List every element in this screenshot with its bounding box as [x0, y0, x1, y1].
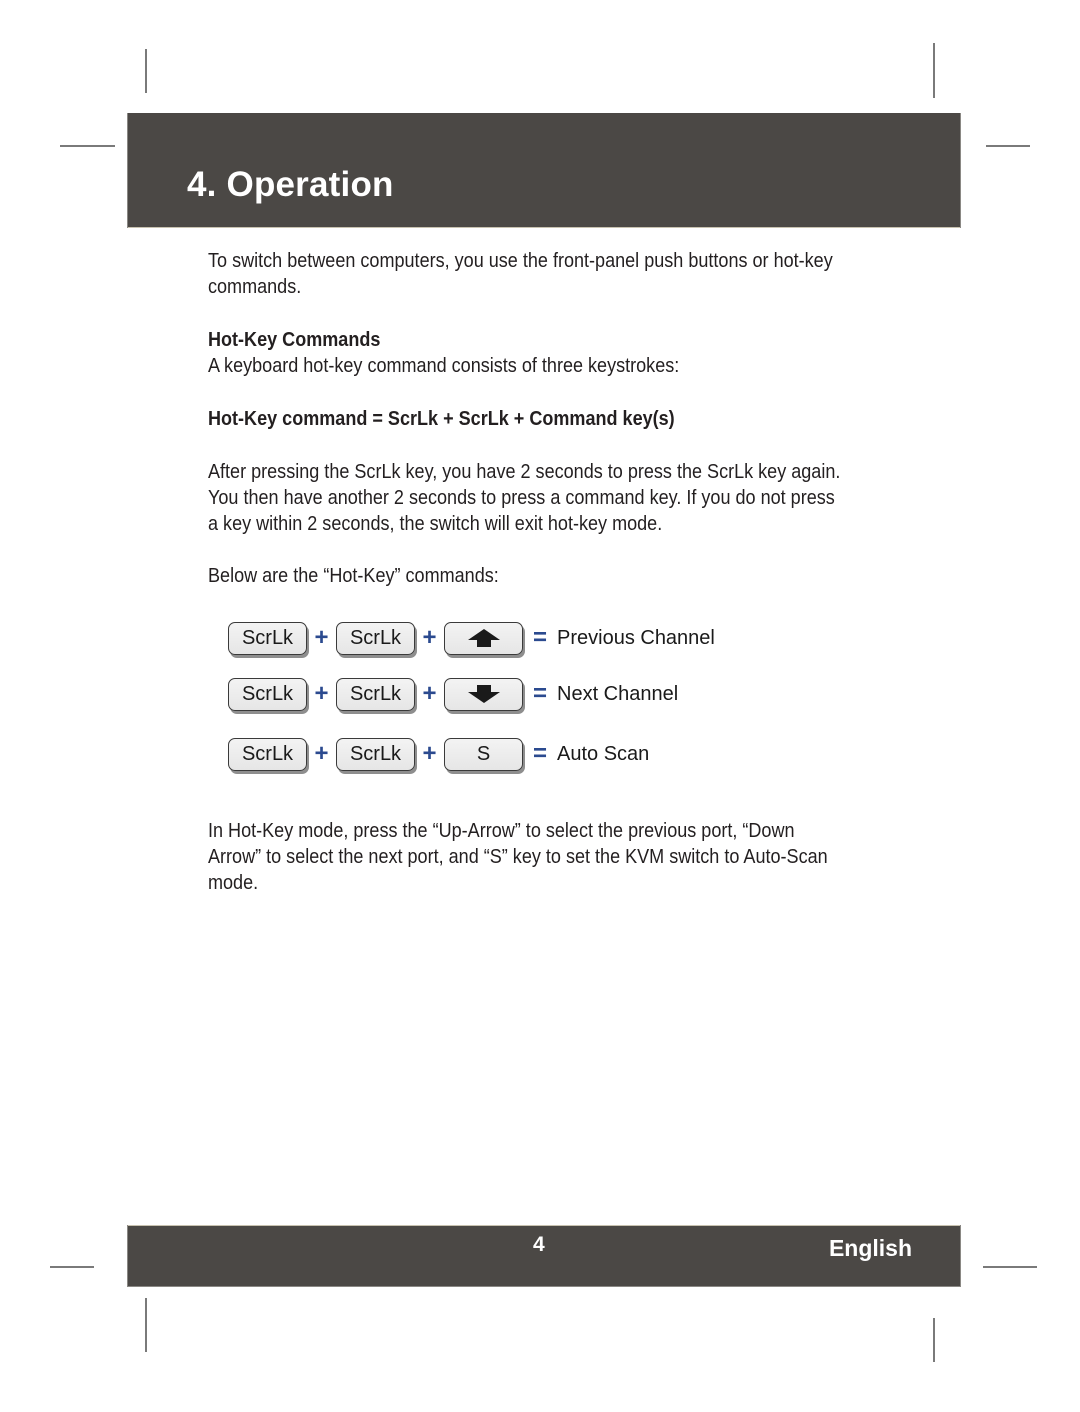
plus-sign: + — [422, 740, 437, 767]
crop-mark-bottom-left-horizontal — [50, 1266, 94, 1268]
page-footer-bar: 4 English — [127, 1225, 961, 1287]
page-number: 4 — [533, 1233, 545, 1256]
plus-sign: + — [314, 680, 329, 707]
intro-text-line-2: commands. — [208, 275, 302, 298]
equals-sign: = — [532, 624, 547, 651]
key-up-arrow — [444, 621, 523, 655]
key-down-arrow — [444, 677, 523, 711]
up-arrow-icon — [467, 629, 500, 647]
key-scrlk: ScrLk — [336, 621, 415, 655]
timing-text-line-1: After pressing the ScrLk key, you have 2… — [208, 460, 841, 483]
hotkey-action-label: Auto Scan — [557, 742, 650, 765]
plus-sign: + — [422, 680, 437, 707]
equals-sign: = — [532, 680, 547, 707]
plus-sign: + — [314, 624, 329, 651]
crop-mark-bottom-left-vertical — [145, 1298, 147, 1352]
key-scrlk: ScrLk — [228, 677, 307, 711]
hotkey-commands-heading: Hot-Key Commands — [208, 328, 381, 351]
crop-mark-bottom-right-vertical — [933, 1318, 935, 1362]
key-scrlk: ScrLk — [228, 737, 307, 771]
crop-mark-top-left-horizontal — [60, 145, 115, 147]
plus-sign: + — [422, 624, 437, 651]
crop-mark-top-right-horizontal — [986, 145, 1030, 147]
hotkey-formula: Hot-Key command = ScrLk + ScrLk + Comman… — [208, 407, 675, 430]
explanation-line-1: In Hot-Key mode, press the “Up-Arrow” to… — [208, 819, 795, 842]
language-label: English — [828, 1235, 912, 1261]
equals-sign: = — [532, 740, 547, 767]
hotkey-list-intro: Below are the “Hot-Key” commands: — [208, 564, 499, 587]
hotkey-action-label: Previous Channel — [557, 626, 715, 649]
key-scrlk: ScrLk — [336, 737, 415, 771]
key-scrlk: ScrLk — [336, 677, 415, 711]
key-scrlk: ScrLk — [228, 621, 307, 655]
section-header-bar: 4. Operation — [127, 113, 961, 228]
down-arrow-icon — [467, 685, 500, 703]
plus-sign: + — [314, 740, 329, 767]
hotkey-row-next-channel: ScrLk + ScrLk + = Next Channel — [228, 676, 678, 712]
key-s: S — [444, 737, 523, 771]
hotkey-row-previous-channel: ScrLk + ScrLk + = Previous Channel — [228, 620, 715, 656]
explanation-line-3: mode. — [208, 871, 259, 894]
timing-text-line-3: a key within 2 seconds, the switch will … — [208, 512, 663, 535]
section-title: 4. Operation — [187, 165, 394, 204]
crop-mark-top-right-vertical — [933, 43, 935, 98]
timing-text-line-2: You then have another 2 seconds to press… — [208, 486, 835, 509]
explanation-line-2: Arrow” to select the next port, and “S” … — [208, 845, 828, 868]
hotkey-action-label: Next Channel — [557, 682, 679, 705]
crop-mark-top-left-vertical — [145, 49, 147, 93]
hotkey-description: A keyboard hot-key command consists of t… — [208, 354, 680, 377]
hotkey-row-auto-scan: ScrLk + ScrLk + S = Auto Scan — [228, 736, 649, 772]
intro-text-line-1: To switch between computers, you use the… — [208, 249, 833, 272]
crop-mark-bottom-right-horizontal — [983, 1266, 1037, 1268]
